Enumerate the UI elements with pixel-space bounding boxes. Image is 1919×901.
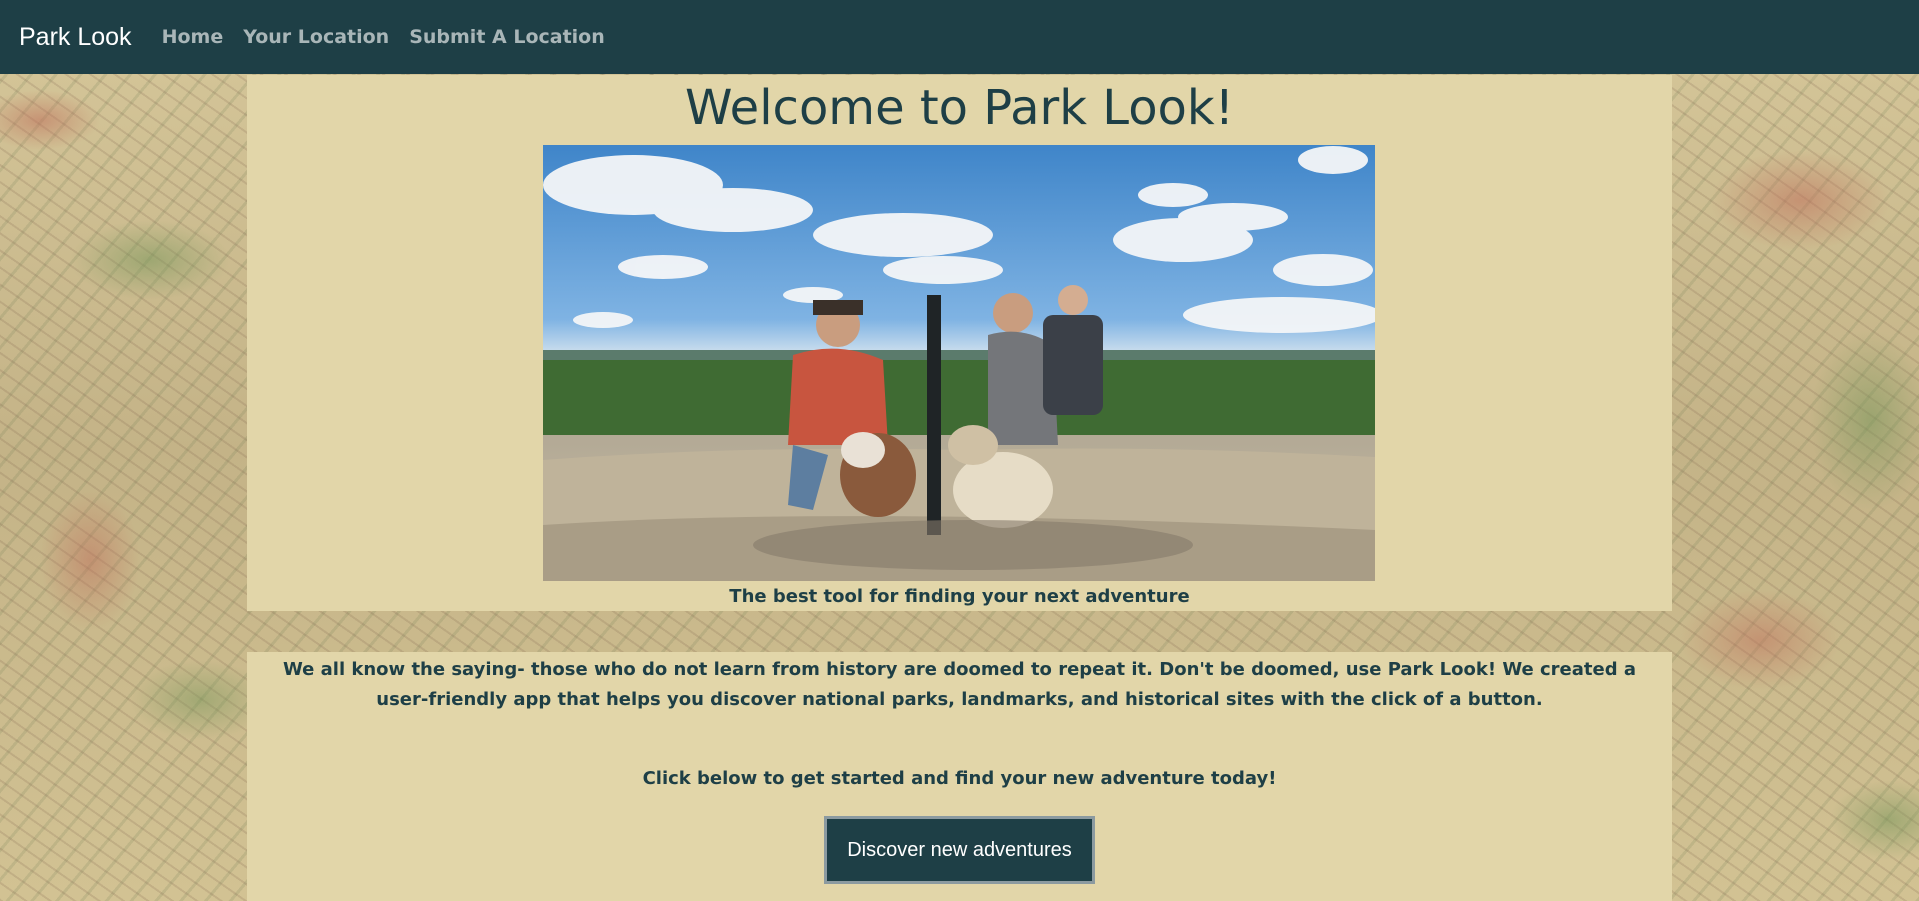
top-navbar: Park Look Home Your Location Submit A Lo…: [0, 0, 1919, 74]
hero-caption: The best tool for finding your next adve…: [729, 586, 1190, 607]
page-title: Welcome to Park Look!: [685, 80, 1234, 136]
nav-your-location[interactable]: Your Location: [243, 26, 389, 48]
nav-submit-location[interactable]: Submit A Location: [409, 26, 605, 48]
brand-link[interactable]: Park Look: [19, 23, 132, 52]
discover-adventures-button[interactable]: Discover new adventures: [824, 816, 1095, 884]
hero-panel: Welcome to Park Look! The best tool for …: [247, 75, 1672, 611]
intro-panel: We all know the saying- those who do not…: [247, 652, 1672, 901]
hero-photo: [543, 145, 1375, 581]
cta-text: Click below to get started and find your…: [642, 768, 1277, 789]
intro-text: We all know the saying- those who do not…: [282, 659, 1637, 710]
hero-photo-illustration: [543, 146, 1375, 581]
nav-home[interactable]: Home: [162, 26, 224, 48]
